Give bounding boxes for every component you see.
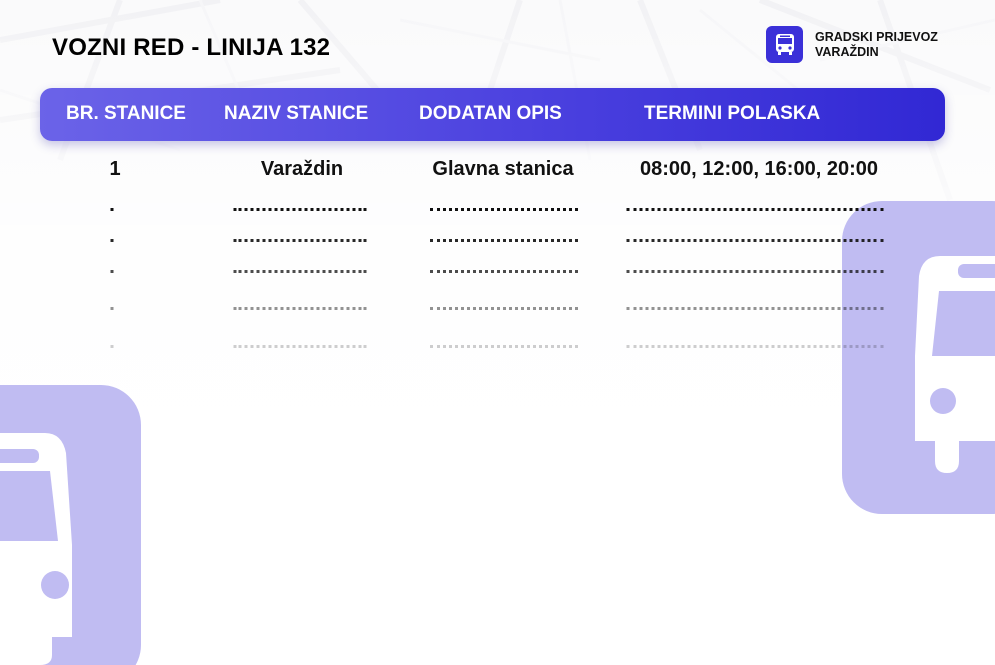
cell-station-number: 1 bbox=[109, 158, 121, 180]
blank-field-line bbox=[626, 239, 884, 242]
header-station-name: NAZIV STANICE bbox=[224, 103, 369, 124]
blank-field-line bbox=[626, 208, 884, 211]
cell-station-name: Varaždin bbox=[260, 158, 344, 180]
blank-field-line bbox=[430, 208, 578, 211]
logo-text: GRADSKI PRIJEVOZ VARAŽDIN bbox=[815, 30, 938, 60]
cell-departures: 08:00, 12:00, 16:00, 20:00 bbox=[640, 158, 878, 180]
blank-number-dot bbox=[110, 208, 114, 211]
blank-field-line bbox=[626, 270, 884, 273]
blank-number-dot bbox=[110, 345, 114, 348]
header-station-number: BR. STANICE bbox=[66, 103, 186, 124]
blank-field-line bbox=[430, 270, 578, 273]
blank-field-line bbox=[626, 307, 884, 310]
bus-decoration-left bbox=[0, 385, 141, 665]
blank-field-line bbox=[430, 307, 578, 310]
logo-badge bbox=[766, 26, 803, 63]
header-description: DODATAN OPIS bbox=[419, 103, 562, 124]
blank-field-line bbox=[233, 307, 367, 310]
header-departures: TERMINI POLASKA bbox=[644, 103, 821, 124]
cell-description: Glavna stanica bbox=[432, 158, 574, 180]
bus-icon bbox=[775, 33, 794, 55]
blank-number-dot bbox=[110, 270, 114, 273]
blank-field-line bbox=[233, 345, 367, 348]
logo-line-1: GRADSKI PRIJEVOZ bbox=[815, 29, 938, 44]
blank-field-line bbox=[233, 208, 367, 211]
blank-field-line bbox=[430, 345, 578, 348]
logo-line-2: VARAŽDIN bbox=[815, 44, 879, 59]
page-title: VOZNI RED - LINIJA 132 bbox=[52, 34, 331, 61]
blank-field-line bbox=[233, 270, 367, 273]
blank-field-line bbox=[430, 239, 578, 242]
table-header: BR. STANICE NAZIV STANICE DODATAN OPIS T… bbox=[40, 88, 945, 141]
bus-decoration-right bbox=[842, 201, 995, 514]
blank-number-dot bbox=[110, 307, 114, 310]
company-logo: GRADSKI PRIJEVOZ VARAŽDIN bbox=[766, 26, 938, 63]
blank-field-line bbox=[626, 345, 884, 348]
blank-field-line bbox=[233, 239, 367, 242]
blank-number-dot bbox=[110, 239, 114, 242]
